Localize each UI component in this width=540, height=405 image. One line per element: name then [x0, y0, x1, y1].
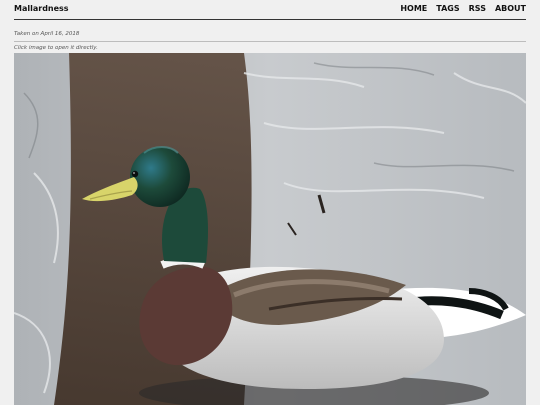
mallard-photo	[14, 53, 526, 405]
nav-home[interactable]: HOME	[400, 4, 427, 13]
nav-tags[interactable]: TAGS	[436, 4, 459, 13]
photo-date: Taken on April 16, 2018	[14, 31, 80, 37]
photo-hint: Click image to open it directly.	[14, 45, 98, 51]
site-header: Mallardness HOME TAGS RSS ABOUT	[14, 0, 526, 20]
nav-about[interactable]: ABOUT	[495, 4, 526, 13]
site-title-link[interactable]: Mallardness	[14, 4, 69, 13]
photo-link[interactable]	[14, 53, 526, 405]
nav-rss[interactable]: RSS	[469, 4, 486, 13]
divider	[14, 41, 526, 42]
main-nav: HOME TAGS RSS ABOUT	[400, 4, 526, 13]
